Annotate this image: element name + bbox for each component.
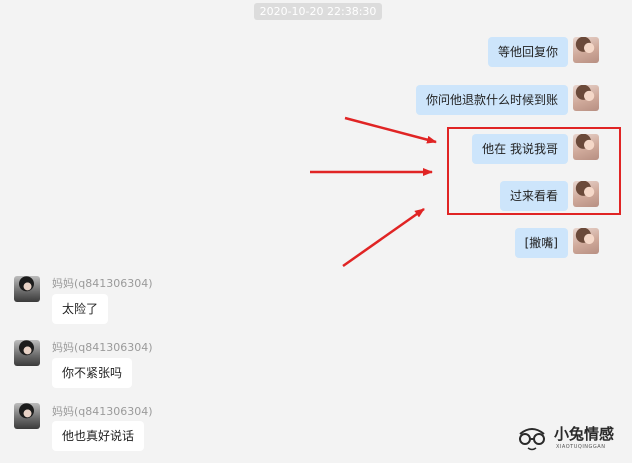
- rabbit-glasses-logo-icon: [519, 428, 545, 451]
- watermark: 小兔情感 XIAOTUQINGGAN: [514, 420, 626, 456]
- watermark-subtitle: XIAOTUQINGGAN: [556, 444, 606, 450]
- annotation-arrows: [310, 116, 437, 268]
- arrow-upper: [344, 116, 437, 144]
- watermark-title: 小兔情感: [554, 425, 615, 443]
- arrow-lower: [342, 207, 425, 268]
